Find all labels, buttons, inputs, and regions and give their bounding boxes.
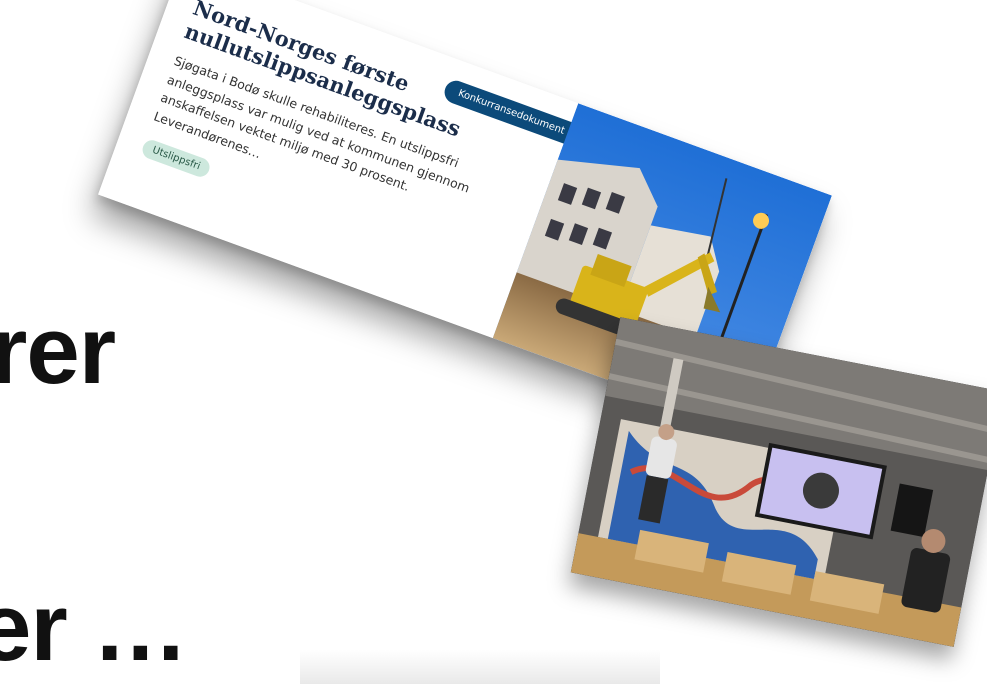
event-photo [570, 317, 987, 647]
floor-shadow [300, 650, 660, 684]
article-card-tag[interactable]: Utslippsfri [139, 137, 213, 180]
article-card-body: Nord-Norges første nullutslippsanleggspl… [98, 0, 579, 339]
slide-heading-line-1: rer [0, 297, 116, 404]
slide-heading-line-2: er … [0, 574, 188, 681]
